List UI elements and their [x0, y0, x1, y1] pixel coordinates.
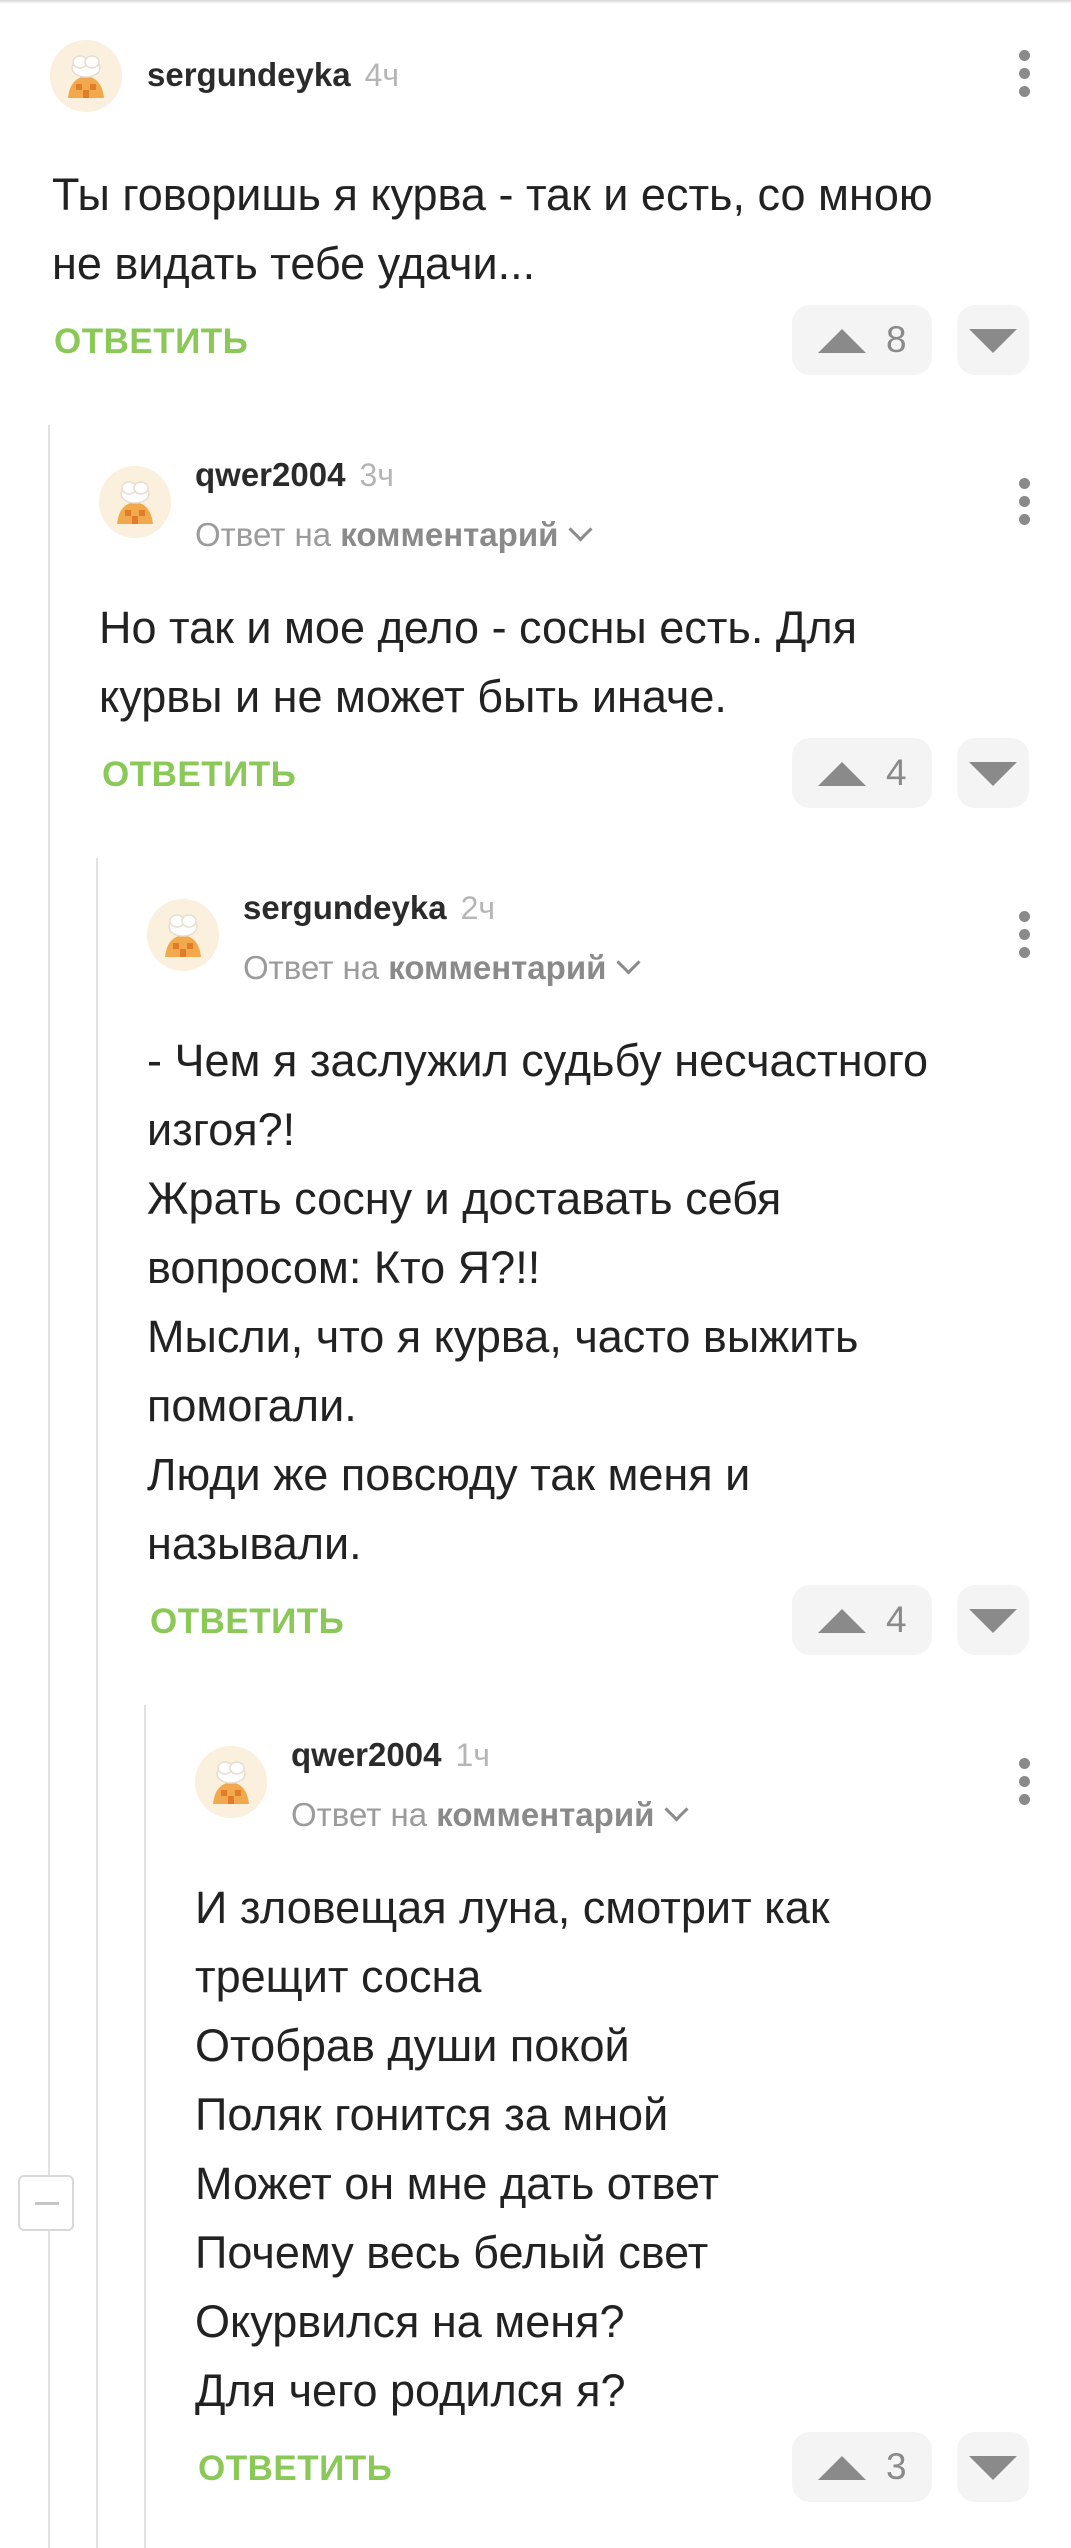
reply-button[interactable]: ОТВЕТИТЬ — [150, 1602, 344, 1642]
more-options-icon[interactable] — [1017, 50, 1031, 100]
reply-to-link[interactable]: Ответ на комментарий — [195, 516, 593, 554]
comment-text: - Чем я заслужил судьбу несчастного изго… — [147, 1035, 929, 1569]
comment-text: Ты говоришь я курва - так и есть, со мно… — [52, 169, 933, 289]
upvote-button[interactable]: 8 — [792, 305, 932, 375]
reply-button[interactable]: ОТВЕТИТЬ — [198, 2449, 392, 2489]
comment-text: И зловещая луна, смотрит как трещит сосн… — [195, 1882, 830, 2416]
avatar[interactable] — [147, 899, 219, 971]
thread-line-level-3[interactable] — [144, 1705, 146, 2548]
arrow-down-icon — [969, 762, 1017, 786]
arrow-up-icon — [818, 329, 866, 353]
comment-username[interactable]: sergundeyka 4ч — [147, 56, 399, 94]
vote-count: 3 — [886, 2446, 907, 2487]
username-text[interactable]: qwer2004 — [195, 456, 345, 493]
reply-to-prefix: Ответ на — [291, 1796, 437, 1833]
arrow-up-icon — [818, 1609, 866, 1633]
arrow-up-icon — [818, 762, 866, 786]
username-text[interactable]: qwer2004 — [291, 1736, 441, 1773]
comment-time: 4ч — [364, 57, 400, 93]
upvote-button[interactable]: 3 — [792, 2432, 932, 2502]
comments-page: sergundeyka 4ч Ты говоришь я курва - так … — [0, 0, 1071, 2548]
downvote-button[interactable] — [957, 738, 1029, 808]
default-avatar-icon — [99, 466, 171, 538]
avatar[interactable] — [50, 40, 122, 112]
chevron-down-icon[interactable] — [568, 517, 593, 542]
comment-username[interactable]: sergundeyka 2ч — [243, 889, 495, 927]
reply-to-prefix: Ответ на — [243, 949, 389, 986]
chevron-down-icon[interactable] — [616, 950, 641, 975]
comment-username[interactable]: qwer2004 1ч — [291, 1736, 490, 1774]
chevron-down-icon[interactable] — [664, 1797, 689, 1822]
username-text[interactable]: sergundeyka — [243, 889, 447, 926]
avatar[interactable] — [99, 466, 171, 538]
arrow-down-icon — [969, 2456, 1017, 2480]
comment-time: 1ч — [455, 1737, 490, 1773]
vote-count: 8 — [886, 319, 907, 360]
comment-text: Но так и мое дело - сосны есть. Для курв… — [99, 602, 857, 722]
reply-to-target[interactable]: комментарий — [436, 1796, 654, 1833]
minus-icon — [35, 2202, 59, 2205]
downvote-button[interactable] — [957, 1585, 1029, 1655]
top-shadow — [0, 0, 1071, 4]
default-avatar-icon — [195, 1746, 267, 1818]
collapse-thread-button[interactable] — [18, 2175, 74, 2231]
avatar[interactable] — [195, 1746, 267, 1818]
reply-to-target[interactable]: комментарий — [388, 949, 606, 986]
reply-to-prefix: Ответ на — [195, 516, 341, 553]
vote-count: 4 — [886, 752, 907, 793]
thread-line-level-2[interactable] — [96, 858, 98, 2548]
downvote-button[interactable] — [957, 305, 1029, 375]
arrow-up-icon — [818, 2456, 866, 2480]
reply-to-link[interactable]: Ответ на комментарий — [243, 949, 641, 987]
vote-count: 4 — [886, 1599, 907, 1640]
comment-time: 3ч — [359, 457, 394, 493]
reply-to-link[interactable]: Ответ на комментарий — [291, 1796, 689, 1834]
more-options-icon[interactable] — [1017, 911, 1031, 961]
downvote-button[interactable] — [957, 2432, 1029, 2502]
upvote-button[interactable]: 4 — [792, 1585, 932, 1655]
arrow-down-icon — [969, 1609, 1017, 1633]
default-avatar-icon — [147, 899, 219, 971]
comment-username[interactable]: qwer2004 3ч — [195, 456, 394, 494]
upvote-button[interactable]: 4 — [792, 738, 932, 808]
reply-button[interactable]: ОТВЕТИТЬ — [102, 755, 296, 795]
default-avatar-icon — [50, 40, 122, 112]
arrow-down-icon — [969, 329, 1017, 353]
more-options-icon[interactable] — [1017, 1758, 1031, 1808]
more-options-icon[interactable] — [1017, 478, 1031, 528]
reply-to-target[interactable]: комментарий — [340, 516, 558, 553]
comment-time: 2ч — [460, 890, 496, 926]
username-text[interactable]: sergundeyka — [147, 56, 351, 93]
reply-button[interactable]: ОТВЕТИТЬ — [54, 322, 248, 362]
